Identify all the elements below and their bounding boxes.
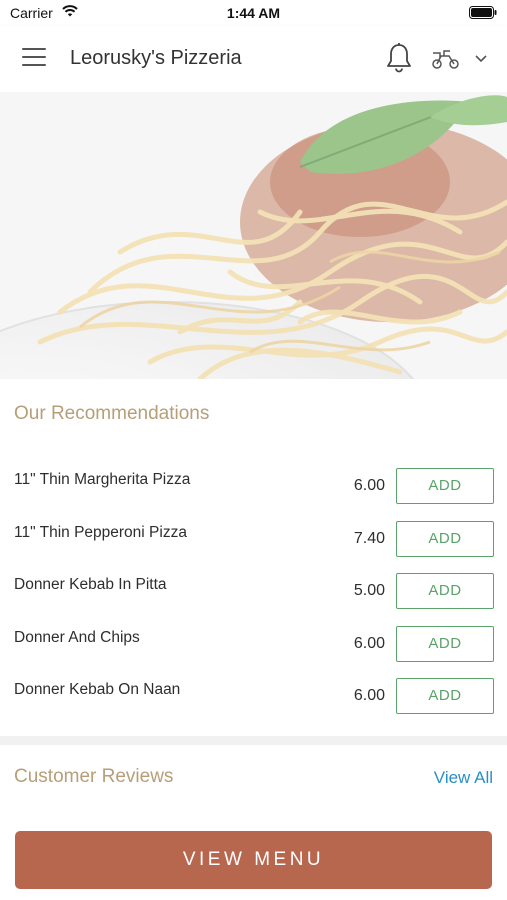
list-item: Donner Kebab On Naan 6.00 ADD (0, 670, 507, 723)
add-button[interactable]: ADD (396, 520, 494, 557)
section-divider (0, 736, 507, 745)
item-name: 11" Thin Pepperoni Pizza (14, 523, 187, 541)
item-price: 6.00 (353, 687, 385, 704)
item-price: 6.00 (353, 634, 385, 652)
add-button[interactable]: ADD (396, 468, 494, 504)
scooter-icon (432, 50, 459, 69)
status-bar: Carrier 1:44 AM (0, 0, 507, 26)
add-button[interactable]: ADD (396, 625, 494, 662)
chevron-down-icon (475, 55, 487, 63)
list-item: 11" Thin Pepperoni Pizza 7.40 ADD (0, 513, 507, 566)
item-name: Donner Kebab On Naan (14, 681, 181, 698)
list-item: Donner And Chips 6.00 ADD (0, 618, 507, 671)
item-price: 5.00 (353, 582, 385, 599)
list-item: Donner Kebab In Pitta 5.00 ADD (0, 565, 507, 618)
add-button[interactable]: ADD (396, 573, 494, 609)
hero-image (0, 92, 507, 379)
add-button[interactable]: ADD (396, 678, 494, 714)
item-name: Donner And Chips (14, 628, 140, 646)
item-name: 11" Thin Margherita Pizza (14, 471, 191, 488)
list-item: 11" Thin Margherita Pizza 6.00 ADD (0, 460, 507, 513)
item-price: 7.40 (353, 529, 385, 547)
status-time: 1:44 AM (226, 5, 281, 21)
bell-icon[interactable] (384, 42, 414, 74)
recommendations-heading: Our Recommendations (14, 403, 210, 424)
app-header: Leorusky's Pizzeria (0, 26, 507, 92)
reviews-heading: Customer Reviews (14, 766, 174, 787)
battery-icon (469, 6, 497, 22)
item-price: 6.00 (353, 477, 385, 494)
hamburger-menu-icon[interactable] (22, 48, 48, 70)
delivery-mode-selector[interactable] (430, 44, 492, 74)
item-name: Donner Kebab In Pitta (14, 576, 167, 593)
view-menu-button[interactable]: VIEW MENU (15, 831, 492, 889)
restaurant-title: Leorusky's Pizzeria (70, 47, 242, 69)
view-all-reviews-link[interactable]: View All (434, 768, 493, 788)
recommendations-list: 11" Thin Margherita Pizza 6.00 ADD 11" T… (0, 460, 507, 723)
